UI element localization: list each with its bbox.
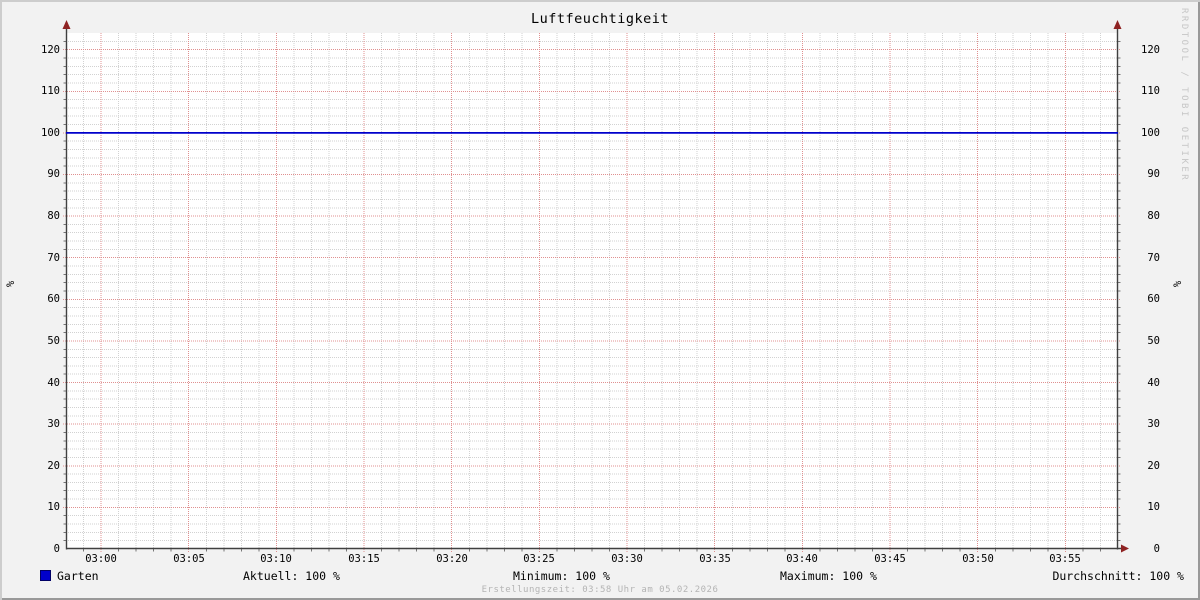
y-tick-label-left: 80 xyxy=(47,210,60,222)
x-tick-label: 03:20 xyxy=(436,553,468,565)
y-tick-label-left: 20 xyxy=(47,460,60,472)
x-tick-label: 03:35 xyxy=(699,553,731,565)
y-tick-label-right: 20 xyxy=(1147,460,1160,472)
plot-area xyxy=(62,20,1129,553)
y-axis-unit-left: % xyxy=(5,280,17,288)
y-tick-label-left: 10 xyxy=(47,501,60,513)
y-tick-label-right: 60 xyxy=(1147,293,1160,305)
y-tick-label-left: 50 xyxy=(47,335,60,347)
y-tick-label-right: 50 xyxy=(1147,335,1160,347)
x-tick-label: 03:25 xyxy=(523,553,555,565)
y-tick-label-right: 10 xyxy=(1147,501,1160,513)
y-tick-label-left: 70 xyxy=(47,252,60,264)
y-tick-label-right: 40 xyxy=(1147,377,1160,389)
stat-minimum: Minimum: 100 % xyxy=(513,569,610,583)
y-tick-label-right: 0 xyxy=(1153,543,1160,555)
y-tick-label-right: 100 xyxy=(1141,127,1160,139)
y-tick-label-left: 110 xyxy=(41,85,60,97)
y-tick-label-left: 0 xyxy=(53,543,60,555)
y-tick-label-right: 30 xyxy=(1147,418,1160,430)
y-tick-label-left: 30 xyxy=(47,418,60,430)
x-tick-label: 03:10 xyxy=(260,553,292,565)
x-tick-label: 03:05 xyxy=(173,553,205,565)
rrdtool-graph: Luftfeuchtigkeit 0 0 10 10 20 20 30 30 40 40 50 50 6… xyxy=(0,0,1200,600)
y-tick-label-left: 100 xyxy=(41,127,60,139)
y-tick-label-left: 120 xyxy=(41,44,60,56)
y-tick-label-left: 40 xyxy=(47,377,60,389)
x-tick-label: 03:30 xyxy=(611,553,643,565)
y-tick-label-right: 120 xyxy=(1141,44,1160,56)
stat-maximum: Maximum: 100 % xyxy=(780,569,877,583)
x-tick-label: 03:00 xyxy=(85,553,117,565)
y-tick-label-left: 90 xyxy=(47,168,60,180)
y-tick-label-right: 80 xyxy=(1147,210,1160,222)
x-tick-label: 03:50 xyxy=(962,553,994,565)
y-tick-label-right: 110 xyxy=(1141,85,1160,97)
x-tick-label: 03:45 xyxy=(874,553,906,565)
creation-timestamp: Erstellungszeit: 03:58 Uhr am 05.02.2026 xyxy=(481,585,719,595)
x-tick-label: 03:55 xyxy=(1049,553,1081,565)
y-tick-label-left: 60 xyxy=(47,293,60,305)
stat-durchschnitt: Durchschnitt: 100 % xyxy=(1052,569,1184,583)
y-axis-unit-right: % xyxy=(1172,280,1184,288)
rrdtool-watermark: RRDTOOL / TOBI OETIKER xyxy=(1179,8,1189,183)
y-tick-label-right: 70 xyxy=(1147,252,1160,264)
x-tick-label: 03:40 xyxy=(786,553,818,565)
legend-series-name: Garten xyxy=(57,569,99,583)
stat-aktuell: Aktuell: 100 % xyxy=(243,569,340,583)
x-tick-label: 03:15 xyxy=(348,553,380,565)
legend-swatch-garten xyxy=(40,570,51,581)
y-tick-label-right: 90 xyxy=(1147,168,1160,180)
